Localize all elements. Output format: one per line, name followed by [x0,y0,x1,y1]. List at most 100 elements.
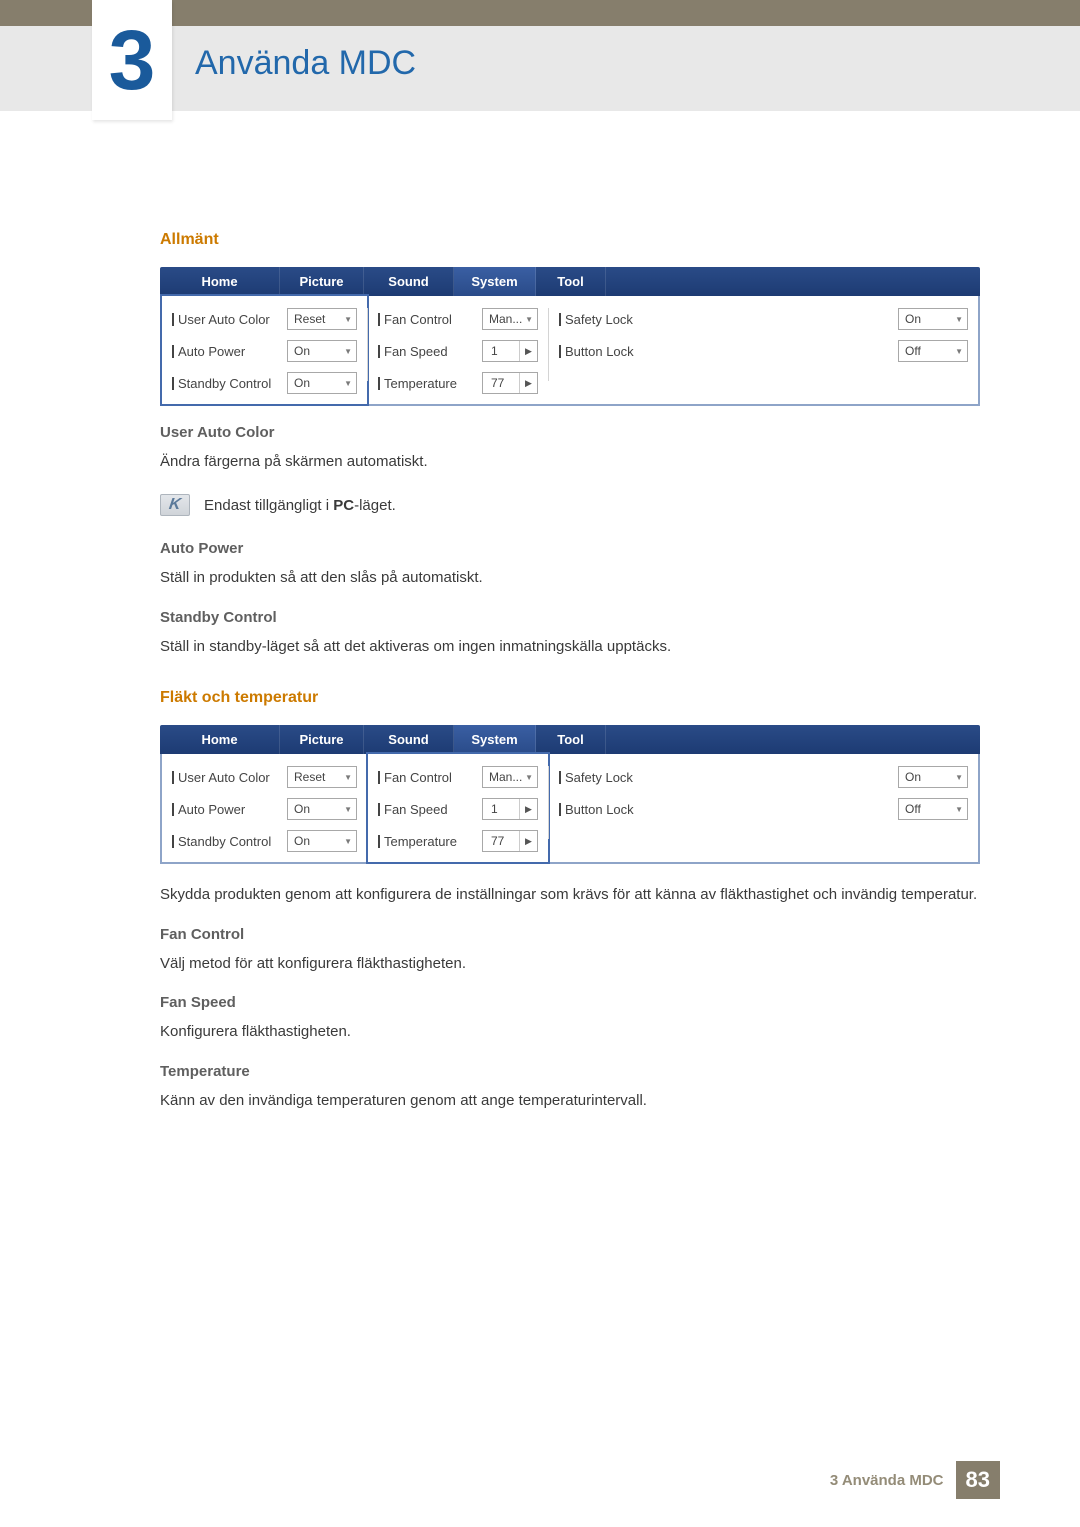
select-value: On [294,802,310,816]
panel-col-general: User Auto Color Reset▼ Auto Power On▼ St… [162,754,367,862]
row-standby-control: Standby Control On ▼ [172,372,357,394]
page-number: 83 [956,1461,1000,1499]
row-temperature: Temperature 77 ▶ [378,830,538,852]
text-uac: Ändra färgerna på skärmen automatiskt. [160,449,980,475]
chapter-number-box: 3 [92,0,172,120]
tab-system[interactable]: System [454,267,536,296]
spin-up-icon[interactable]: ▶ [519,373,537,393]
spin-up-icon[interactable]: ▶ [519,831,537,851]
row-fan-control: Fan Control Man...▼ [378,308,538,330]
spinner-value: 77 [491,834,504,848]
tab-home[interactable]: Home [160,725,280,754]
select-value: Man... [489,312,522,326]
caret-down-icon: ▼ [525,315,533,324]
spin-up-icon[interactable]: ▶ [519,799,537,819]
label-auto-power: Auto Power [172,344,245,359]
info-glyph-icon: K [168,496,182,514]
caret-down-icon: ▼ [344,379,352,388]
panel-col-lock: Safety Lock On▼ Button Lock Off▼ [549,754,978,862]
spinner-fan-speed[interactable]: 1▶ [482,340,538,362]
spinner-fan-speed[interactable]: 1▶ [482,798,538,820]
row-fan-speed: Fan Speed 1▶ [378,798,538,820]
tab-sound[interactable]: Sound [364,267,454,296]
note-prefix: Endast tillgängligt i [204,497,333,514]
row-button-lock: Button Lock Off▼ [559,798,968,820]
select-user-auto-color[interactable]: Reset▼ [287,766,357,788]
note-uac: K Endast tillgängligt i PC-läget. [160,493,980,519]
tab-sound[interactable]: Sound [364,725,454,754]
spin-up-icon[interactable]: ▶ [519,341,537,361]
label-bar-icon [172,835,174,848]
spinner-temperature[interactable]: 77 ▶ [482,830,538,852]
tab-system[interactable]: System [454,725,536,754]
text-ap: Ställ in produkten så att den slås på au… [160,565,980,591]
spinner-value: 1 [491,344,498,358]
select-fan-control[interactable]: Man...▼ [482,308,538,330]
text-sc: Ställ in standby-läget så att det aktive… [160,634,980,660]
tab-picture[interactable]: Picture [280,725,364,754]
text-tp: Känn av den invändiga temperaturen genom… [160,1088,980,1114]
text-button-lock: Button Lock [565,344,634,359]
row-user-auto-color: User Auto Color Reset▼ [172,766,357,788]
caret-down-icon: ▼ [344,773,352,782]
settings-panel-general: Home Picture Sound System Tool User Auto… [160,267,980,406]
caret-down-icon: ▼ [344,315,352,324]
chapter-title: Använda MDC [195,44,416,83]
label-user-auto-color: User Auto Color [172,312,270,327]
select-value: On [905,312,921,326]
note-text: Endast tillgängligt i PC-läget. [204,493,396,519]
label-safety-lock: Safety Lock [559,312,633,327]
caret-down-icon: ▼ [344,837,352,846]
label-bar-icon [559,345,561,358]
text-standby-control: Standby Control [178,834,271,849]
select-safety-lock[interactable]: On▼ [898,766,968,788]
label-bar-icon [172,803,174,816]
select-button-lock[interactable]: Off▼ [898,340,968,362]
text-fs: Konfigurera fläkthastigheten. [160,1019,980,1045]
section-heading-fan: Fläkt och temperatur [160,689,980,707]
text-fan-speed: Fan Speed [384,344,448,359]
label-bar-icon [172,313,174,326]
label-safety-lock: Safety Lock [559,770,633,785]
note-bold: PC [333,497,354,514]
spinner-temperature[interactable]: 77▶ [482,372,538,394]
panel-col-fan-highlight: Fan Control Man...▼ Fan Speed 1▶ Tempera… [368,754,548,862]
select-safety-lock[interactable]: On ▼ [898,308,968,330]
label-temperature: Temperature [378,834,457,849]
select-auto-power[interactable]: On▼ [287,798,357,820]
subhead-fs: Fan Speed [160,994,980,1011]
label-bar-icon [378,377,380,390]
text-standby-control: Standby Control [178,376,271,391]
text-fan-control: Fan Control [384,770,452,785]
select-button-lock[interactable]: Off▼ [898,798,968,820]
panel-col-general-highlight: User Auto Color Reset▼ Auto Power On ▼ St… [162,296,367,404]
label-bar-icon [378,835,380,848]
text-safety-lock: Safety Lock [565,312,633,327]
select-standby-control[interactable]: On ▼ [287,372,357,394]
label-button-lock: Button Lock [559,802,634,817]
select-value: On [294,344,310,358]
select-user-auto-color[interactable]: Reset▼ [287,308,357,330]
tab-tool[interactable]: Tool [536,267,606,296]
text-temperature: Temperature [384,376,457,391]
page-content: Allmänt Home Picture Sound System Tool U… [0,111,1080,1171]
label-bar-icon [172,771,174,784]
select-fan-control[interactable]: Man...▼ [482,766,538,788]
tab-picture[interactable]: Picture [280,267,364,296]
select-value: On [905,770,921,784]
select-standby-control[interactable]: On▼ [287,830,357,852]
caret-down-icon: ▼ [955,315,963,324]
label-bar-icon [172,345,174,358]
tab-tool[interactable]: Tool [536,725,606,754]
select-value: On [294,376,310,390]
label-bar-icon [559,313,561,326]
row-user-auto-color: User Auto Color Reset▼ [172,308,357,330]
text-user-auto-color: User Auto Color [178,770,270,785]
chapter-number: 3 [109,18,156,102]
text-auto-power: Auto Power [178,344,245,359]
label-fan-speed: Fan Speed [378,344,448,359]
tab-bar: Home Picture Sound System Tool [160,267,980,296]
select-auto-power[interactable]: On▼ [287,340,357,362]
tab-home[interactable]: Home [160,267,280,296]
label-bar-icon [378,313,380,326]
